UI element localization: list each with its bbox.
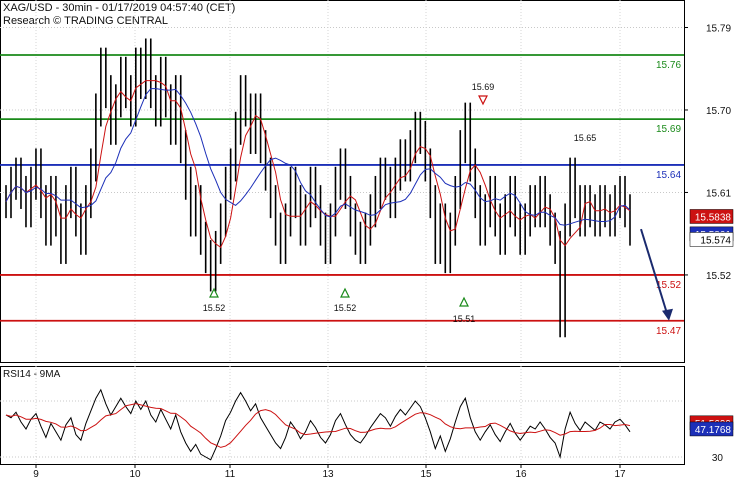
x-tick-label-6: 17 xyxy=(614,469,626,480)
price-last-label: 15.574 xyxy=(700,235,731,246)
x-tick-label-4: 15 xyxy=(420,469,432,480)
forecast-arrow xyxy=(640,228,669,318)
rsi-last-label: 47.1768 xyxy=(695,425,732,436)
price-ma-short-line xyxy=(5,80,631,249)
annotation-label-4: 15.65 xyxy=(574,133,597,143)
price-tick-label-3: 15.52 xyxy=(706,271,731,282)
x-tick-label-0: 9 xyxy=(33,469,39,480)
x-tick-label-5: 16 xyxy=(515,469,527,480)
annotation-label-2: 15.51 xyxy=(453,314,476,324)
price-ma1-label: 15.5838 xyxy=(695,212,732,223)
level-label-4: 15.47 xyxy=(656,326,681,337)
price-tick-label-0: 15.79 xyxy=(706,23,731,34)
level-label-2: 15.64 xyxy=(656,170,681,181)
support-marker-icon xyxy=(340,287,350,298)
x-tick-label-3: 13 xyxy=(322,469,334,480)
price-tick-label-1: 15.70 xyxy=(706,106,731,117)
x-tick-label-2: 11 xyxy=(225,469,236,480)
level-label-1: 15.69 xyxy=(656,124,681,135)
chart: 15.79 15.70 15.61 15.52 9 10 11 13 15 16 17 15.76 15… xyxy=(0,0,734,480)
rsi-ma-line xyxy=(5,403,631,448)
rsi-panel-frame xyxy=(0,366,685,465)
annotation-label-0: 15.52 xyxy=(203,303,226,313)
resistance-marker-icon xyxy=(478,95,488,106)
x-tick-label-1: 10 xyxy=(129,469,141,480)
annotation-label-3: 15.69 xyxy=(472,82,495,92)
rsi-line xyxy=(5,388,631,461)
level-label-0: 15.76 xyxy=(656,60,681,71)
forecast-arrowhead-icon xyxy=(662,308,673,321)
price-tick-label-2: 15.61 xyxy=(706,188,731,199)
support-marker-icon xyxy=(459,296,469,307)
price-ma-long-line xyxy=(5,88,631,226)
annotation-label-1: 15.52 xyxy=(334,303,357,313)
rsi-tick-label: 30 xyxy=(712,453,724,464)
